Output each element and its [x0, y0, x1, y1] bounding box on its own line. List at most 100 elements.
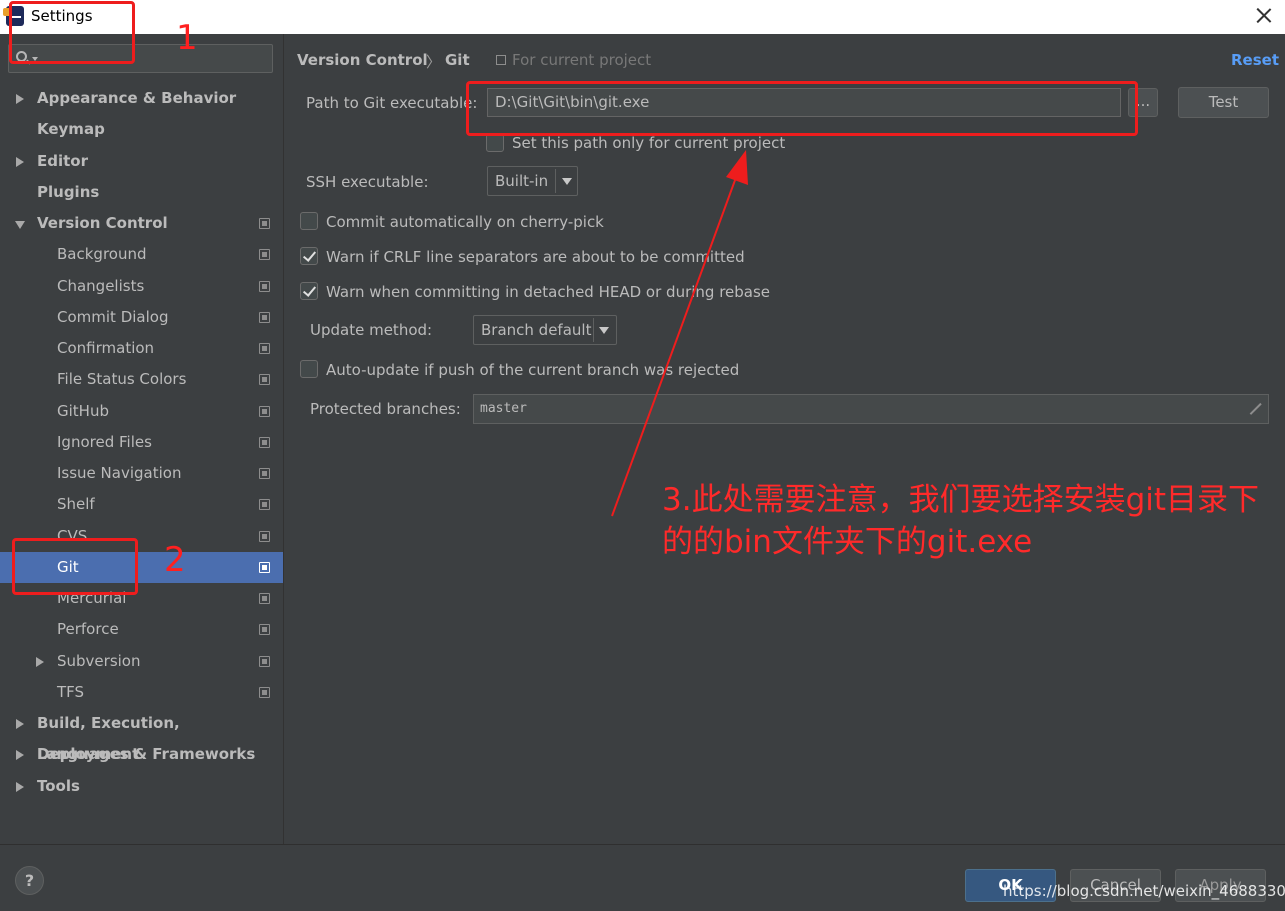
sidebar-item-github[interactable]: GitHub	[0, 396, 283, 427]
project-scope-icon	[259, 624, 270, 635]
sidebar-item-label: Mercurial	[57, 589, 127, 607]
sidebar-item-label: Perforce	[57, 620, 119, 638]
sidebar-item-languages-frameworks[interactable]: Languages & Frameworks	[0, 739, 283, 770]
sidebar-item-label: Plugins	[37, 183, 100, 201]
expand-arrow-icon[interactable]	[16, 750, 24, 760]
search-options-chevron-down-icon[interactable]	[32, 57, 38, 61]
sidebar-item-label: Confirmation	[57, 339, 155, 357]
sidebar-item-keymap[interactable]: Keymap	[0, 114, 283, 145]
sidebar-item-background[interactable]: Background	[0, 239, 283, 270]
expand-arrow-icon[interactable]	[16, 157, 24, 167]
project-scope-icon	[496, 55, 506, 65]
sidebar-item-version-control[interactable]: Version Control	[0, 208, 283, 239]
sidebar-item-label: Git	[57, 558, 79, 576]
sidebar-item-git[interactable]: Git	[0, 552, 283, 583]
warn-crlf-checkbox[interactable]	[300, 247, 318, 265]
sidebar-item-confirmation[interactable]: Confirmation	[0, 333, 283, 364]
browse-button[interactable]: ...	[1128, 88, 1158, 117]
sidebar-item-label: Languages & Frameworks	[37, 745, 256, 763]
breadcrumb-separator: 〉	[426, 53, 442, 71]
sidebar-item-ignored-files[interactable]: Ignored Files	[0, 427, 283, 458]
sidebar-item-plugins[interactable]: Plugins	[0, 177, 283, 208]
project-scope-icon	[259, 437, 270, 448]
warn-detached-head-label: Warn when committing in detached HEAD or…	[326, 283, 771, 301]
sidebar-item-perforce[interactable]: Perforce	[0, 614, 283, 645]
sidebar-item-label: Editor	[37, 152, 88, 170]
expand-arrow-icon[interactable]	[16, 782, 24, 792]
annotation-marker-1: 1	[176, 18, 198, 58]
collapse-arrow-icon[interactable]	[15, 221, 25, 229]
sidebar-item-issue-navigation[interactable]: Issue Navigation	[0, 458, 283, 489]
warn-detached-head-checkbox[interactable]	[300, 282, 318, 300]
project-scope-icon	[259, 218, 270, 229]
sidebar-item-cvs[interactable]: CVS	[0, 521, 283, 552]
sidebar-item-label: Version Control	[37, 214, 168, 232]
expand-arrow-icon[interactable]	[36, 657, 44, 667]
project-scope-icon	[259, 468, 270, 479]
commit-cherry-pick-checkbox[interactable]	[300, 212, 318, 230]
sidebar-item-label: Appearance & Behavior	[37, 89, 237, 107]
git-path-label: Path to Git executable:	[306, 94, 478, 112]
update-method-value: Branch default	[481, 321, 592, 339]
scope-label: For current project	[512, 51, 652, 69]
git-settings-panel: Version Control 〉 Git For current projec…	[284, 34, 1285, 844]
project-scope-icon	[259, 374, 270, 385]
watermark: https://blog.csdn.net/weixin_46883303	[1003, 882, 1285, 900]
dialog-button-bar: ? OK Cancel Apply https://blog.csdn.net/…	[0, 844, 1285, 911]
git-path-input[interactable]: D:\Git\Git\bin\git.exe	[487, 88, 1121, 117]
project-scope-icon	[259, 499, 270, 510]
sidebar-item-changelists[interactable]: Changelists	[0, 271, 283, 302]
ssh-executable-select[interactable]: Built-in	[487, 166, 578, 196]
set-path-only-checkbox[interactable]	[486, 134, 504, 152]
sidebar-item-label: Shelf	[57, 495, 95, 513]
project-scope-icon	[259, 656, 270, 667]
breadcrumb-version-control: Version Control	[297, 51, 428, 69]
sidebar-item-label: Subversion	[57, 652, 141, 670]
ssh-executable-value: Built-in	[495, 172, 549, 190]
sidebar-item-label: Issue Navigation	[57, 464, 182, 482]
ssh-executable-label: SSH executable:	[306, 173, 429, 191]
annotation-note: 3.此处需要注意，我们要选择安装git目录下的的bin文件夹下的git.exe	[662, 482, 1260, 560]
project-scope-icon	[259, 281, 270, 292]
test-button[interactable]: Test	[1178, 87, 1269, 118]
sidebar-item-subversion[interactable]: Subversion	[0, 646, 283, 677]
combo-divider	[593, 318, 594, 342]
chevron-down-icon	[562, 178, 572, 185]
reset-link[interactable]: Reset	[1231, 51, 1279, 69]
expand-arrow-icon[interactable]	[16, 719, 24, 729]
sidebar-item-label: Keymap	[37, 120, 105, 138]
project-scope-icon	[259, 343, 270, 354]
sidebar-item-tools[interactable]: Tools	[0, 771, 283, 802]
sidebar-item-label: Commit Dialog	[57, 308, 169, 326]
sidebar-item-tfs[interactable]: TFS	[0, 677, 283, 708]
sidebar-item-editor[interactable]: Editor	[0, 146, 283, 177]
window-title: Settings	[31, 7, 93, 25]
sidebar-item-appearance-behavior[interactable]: Appearance & Behavior	[0, 83, 283, 114]
help-button[interactable]: ?	[15, 866, 44, 895]
sidebar-item-label: Changelists	[57, 277, 145, 295]
protected-branches-value: master	[480, 401, 527, 416]
settings-search-input[interactable]	[8, 44, 273, 73]
sidebar-item-label: File Status Colors	[57, 370, 187, 388]
close-icon[interactable]	[1252, 4, 1276, 28]
sidebar-item-file-status-colors[interactable]: File Status Colors	[0, 364, 283, 395]
expand-arrow-icon[interactable]	[16, 94, 24, 104]
expand-icon[interactable]	[1248, 403, 1260, 415]
sidebar-item-label: Ignored Files	[57, 433, 152, 451]
protected-branches-input[interactable]: master	[473, 394, 1269, 424]
sidebar-item-mercurial[interactable]: Mercurial	[0, 583, 283, 614]
update-method-select[interactable]: Branch default	[473, 315, 617, 345]
chevron-down-icon	[599, 327, 609, 334]
search-icon	[16, 51, 27, 62]
sidebar-item-label: GitHub	[57, 402, 109, 420]
auto-update-checkbox[interactable]	[300, 360, 318, 378]
protected-branches-label: Protected branches:	[310, 400, 461, 418]
sidebar-item-label: Tools	[37, 777, 80, 795]
settings-sidebar: Appearance & Behavior Keymap Editor Plug…	[0, 34, 284, 844]
sidebar-item-label: CVS	[57, 527, 88, 545]
set-path-only-label: Set this path only for current project	[512, 134, 786, 152]
sidebar-item-commit-dialog[interactable]: Commit Dialog	[0, 302, 283, 333]
sidebar-item-build-execution-deployment[interactable]: Build, Execution, Deployment	[0, 708, 283, 763]
project-scope-icon	[259, 531, 270, 542]
sidebar-item-shelf[interactable]: Shelf	[0, 489, 283, 520]
